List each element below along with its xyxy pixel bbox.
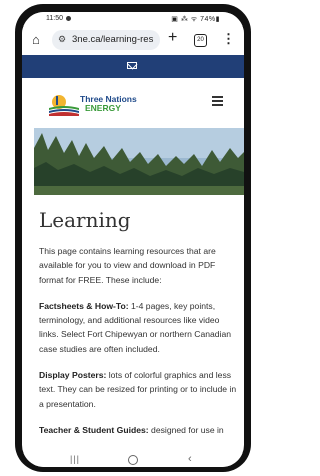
- browser-toolbar: ⌂ ⚙ 3ne.ca/learning-res + 20 ⋮: [22, 27, 244, 53]
- back-icon[interactable]: ‹: [188, 453, 192, 465]
- resource-item: Factsheets & How-To: 1-4 pages, key poin…: [39, 299, 237, 356]
- hamburger-menu-icon[interactable]: [212, 96, 223, 109]
- brand-subname[interactable]: ENERGY: [85, 103, 121, 113]
- hero-forest-image: [34, 128, 244, 195]
- resource-item: Display Posters: lots of colorful graphi…: [39, 368, 237, 411]
- intro-paragraph: This page contains learning resources th…: [39, 246, 216, 285]
- status-icons: ▣ ⁂ ᯤ 74%▮: [171, 16, 220, 23]
- phone-screen: 11:50 ▣ ⁂ ᯤ 74%▮ ⌂ ⚙ 3ne.ca/learning-res…: [22, 12, 244, 467]
- new-tab-icon[interactable]: +: [168, 29, 177, 47]
- tab-switcher-button[interactable]: 20: [194, 34, 207, 47]
- address-bar[interactable]: ⚙ 3ne.ca/learning-res: [52, 30, 160, 50]
- url-text[interactable]: 3ne.ca/learning-res: [72, 34, 158, 45]
- notification-dot-icon: [66, 16, 71, 21]
- home-button-icon[interactable]: [128, 455, 138, 465]
- three-nations-energy-logo[interactable]: [48, 92, 80, 116]
- page-title: Learning: [39, 208, 131, 232]
- main-content: Learning This page contains learning res…: [39, 208, 237, 449]
- status-time: 11:50: [46, 15, 63, 22]
- top-contact-strip: [22, 55, 244, 78]
- site-settings-icon[interactable]: ⚙: [58, 34, 66, 45]
- resource-item-label: Teacher & Student Guides:: [39, 424, 149, 435]
- home-icon[interactable]: ⌂: [32, 32, 40, 47]
- system-nav-bar: ||| ‹: [22, 453, 244, 467]
- recents-icon[interactable]: |||: [70, 454, 80, 464]
- resource-item-label: Display Posters:: [39, 370, 107, 381]
- more-menu-icon[interactable]: ⋮: [222, 31, 235, 47]
- resource-item-label: Factsheets & How-To:: [39, 300, 129, 311]
- status-bar: 11:50 ▣ ⁂ ᯤ 74%▮: [22, 12, 244, 26]
- mail-icon[interactable]: [127, 62, 137, 69]
- resource-item: Teacher & Student Guides: designed for u…: [39, 423, 237, 437]
- site-header: Three Nations ENERGY: [22, 78, 244, 128]
- resource-item-text: designed for use in: [148, 424, 224, 435]
